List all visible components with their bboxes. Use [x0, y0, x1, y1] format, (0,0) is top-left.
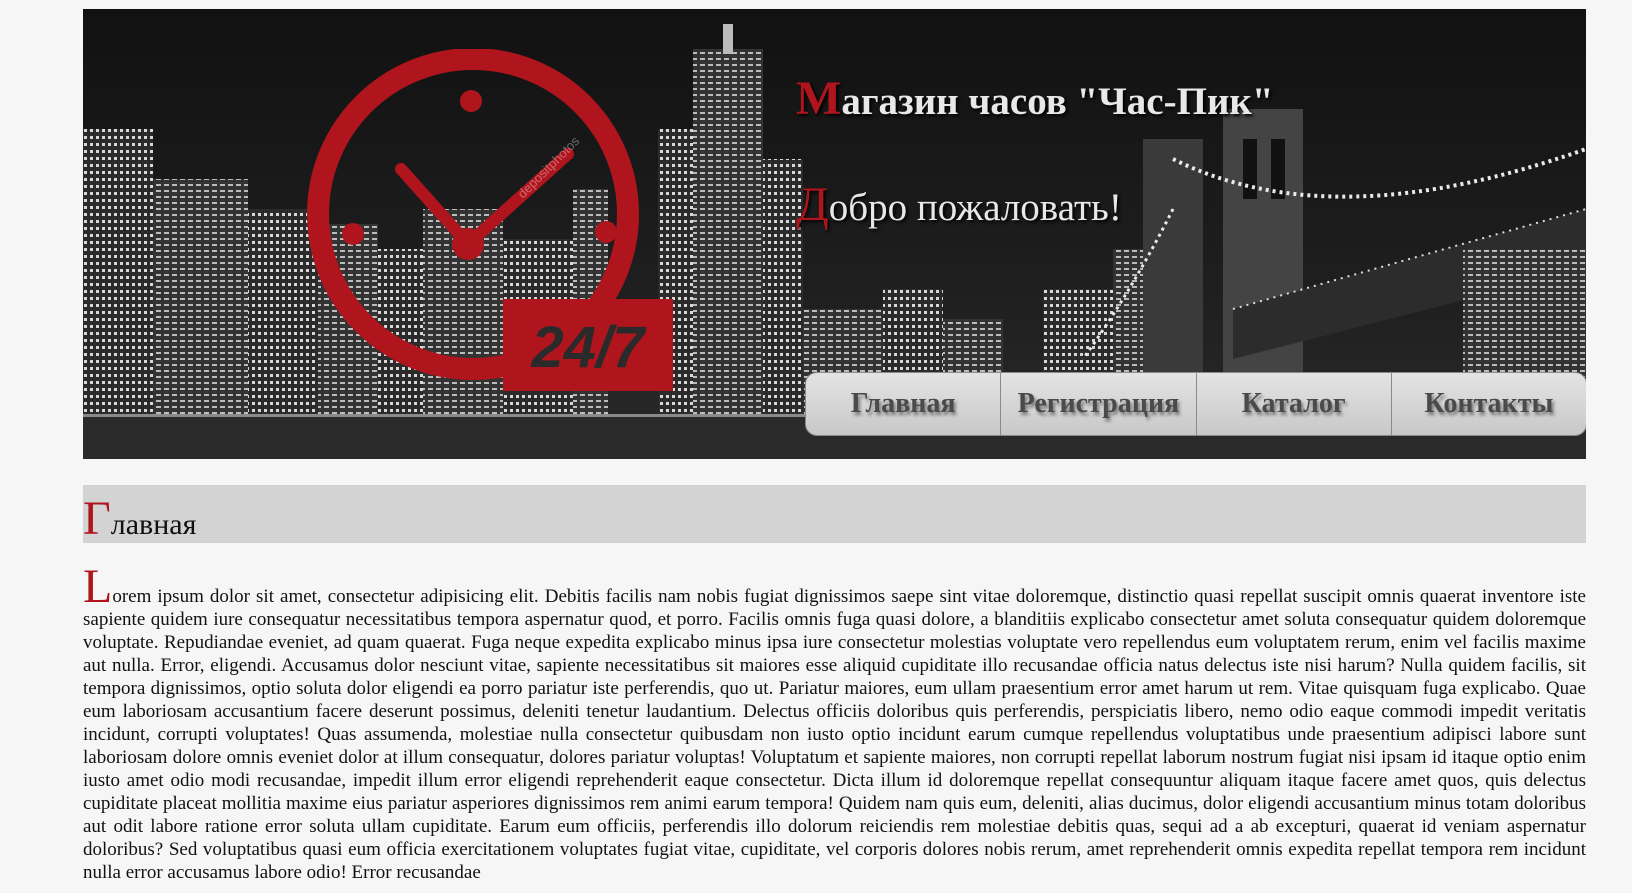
nav-home[interactable]: Главная — [805, 372, 1002, 436]
welcome-initial: Д — [796, 178, 829, 231]
main-nav: Главная Регистрация Каталог Контакты — [805, 372, 1586, 436]
page-title: Главная — [83, 491, 196, 546]
header-banner: 24/7 depositphotos Магазин часов "Час-Пи… — [83, 9, 1586, 459]
nav-catalog[interactable]: Каталог — [1195, 372, 1392, 436]
shop-title-initial: М — [796, 72, 842, 125]
content-text: orem ipsum dolor sit amet, consectetur a… — [83, 586, 1586, 883]
welcome-rest: обро пожаловать! — [828, 186, 1122, 229]
page-title-initial: Г — [83, 492, 111, 545]
shop-title-text: агазин часов "Час-Пик" — [841, 80, 1274, 123]
shop-title: Магазин часов "Час-Пик" — [796, 71, 1274, 126]
nav-registration[interactable]: Регистрация — [1000, 372, 1197, 436]
main-content: Lorem ipsum dolor sit amet, consectetur … — [83, 563, 1586, 884]
page-title-rest: лавная — [110, 508, 197, 541]
clock-logo: 24/7 depositphotos — [307, 49, 673, 391]
content-initial: L — [83, 560, 113, 613]
logo-watermark-text: depositphotos — [515, 133, 583, 201]
welcome-text: Добро пожаловать! — [796, 177, 1122, 232]
section-header: Главная — [83, 485, 1586, 546]
nav-contacts[interactable]: Контакты — [1390, 372, 1586, 436]
logo-badge-text: 24/7 — [531, 315, 648, 380]
